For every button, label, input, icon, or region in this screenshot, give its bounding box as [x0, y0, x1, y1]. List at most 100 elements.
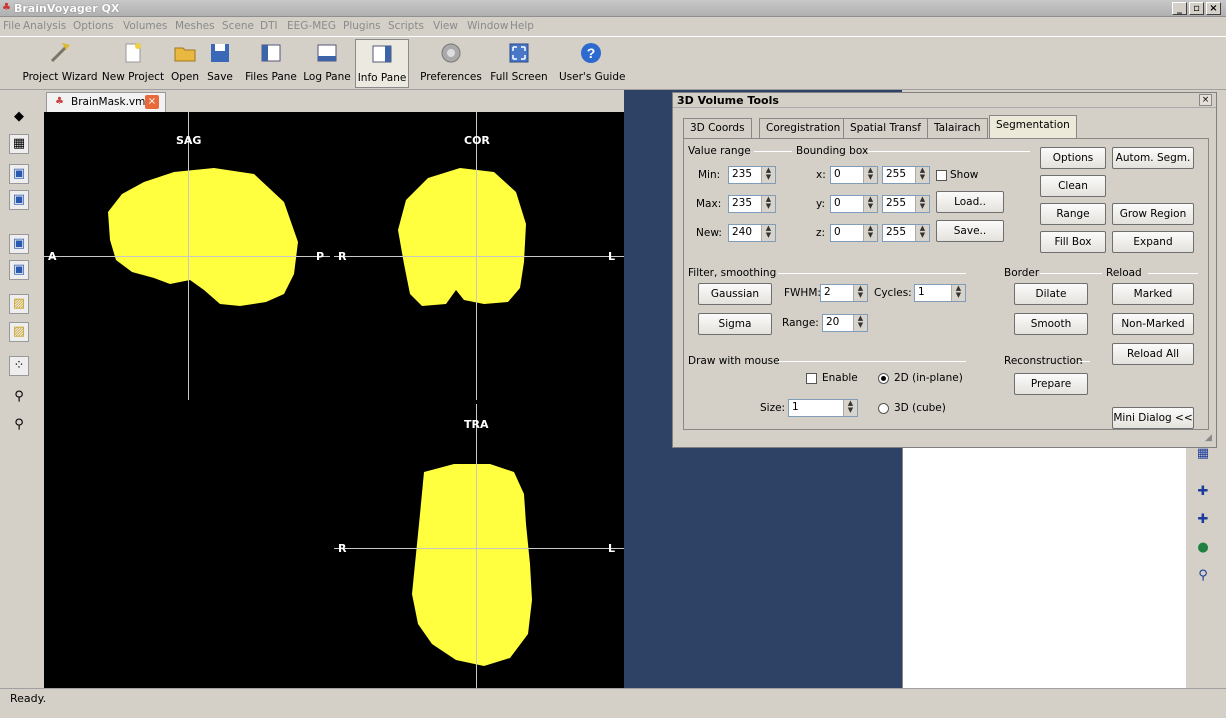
menu-analysis[interactable]: Analysis	[23, 20, 66, 32]
files-pane-button[interactable]: Files Pane	[244, 39, 298, 88]
mode-2d-radio[interactable]	[878, 373, 889, 384]
size-arrows[interactable]: ▲ ▼	[843, 400, 857, 416]
reload-all-button[interactable]: Reload All	[1112, 343, 1194, 365]
close-button[interactable]: ×	[1206, 2, 1221, 15]
cycles-input[interactable]: 1 ▲ ▼	[914, 284, 966, 302]
mode-3d-radio[interactable]	[878, 403, 889, 414]
transverse-view[interactable]: TRA R L	[334, 404, 624, 688]
max-input[interactable]: 235 ▲ ▼	[728, 195, 776, 213]
y-from-arrows[interactable]: ▲ ▼	[863, 196, 877, 212]
tab-coregistration[interactable]: Coregistration	[759, 118, 848, 138]
x-to-arrows[interactable]: ▲ ▼	[915, 167, 929, 183]
tab-talairach[interactable]: Talairach	[927, 118, 988, 138]
prepare-button[interactable]: Prepare	[1014, 373, 1088, 395]
layout-2-icon[interactable]: ▣	[9, 190, 29, 210]
layout-1-icon[interactable]: ▣	[9, 164, 29, 184]
project-wizard-button[interactable]: Project Wizard	[22, 39, 98, 88]
log-pane-button[interactable]: Log Pane	[302, 39, 352, 88]
dialog-close-button[interactable]: ×	[1199, 94, 1212, 106]
min-input[interactable]: 235 ▲ ▼	[728, 166, 776, 184]
new-project-button[interactable]: New Project	[100, 39, 166, 88]
tab-3d-coords[interactable]: 3D Coords	[683, 118, 752, 138]
x-to-input[interactable]: 255 ▲ ▼	[882, 166, 930, 184]
cycles-arrows[interactable]: ▲ ▼	[951, 285, 965, 301]
y-to-arrows[interactable]: ▲ ▼	[915, 196, 929, 212]
tool-d-icon[interactable]: ⚲	[1194, 568, 1212, 586]
volume-viewer[interactable]: SAG A P COR R L TRA R L	[44, 112, 624, 688]
enable-checkbox[interactable]	[806, 373, 817, 384]
z-to-input[interactable]: 255 ▲ ▼	[882, 224, 930, 242]
menu-scripts[interactable]: Scripts	[388, 20, 424, 32]
layout-6-icon[interactable]: ▨	[9, 322, 29, 342]
menu-file[interactable]: File	[3, 20, 21, 32]
fwhm-input[interactable]: 2 ▲ ▼	[820, 284, 868, 302]
range-arrows[interactable]: ▲ ▼	[853, 315, 867, 331]
non-marked-button[interactable]: Non-Marked	[1112, 313, 1194, 335]
zoom-in-icon[interactable]: ⚲	[9, 416, 29, 436]
layout-3-icon[interactable]: ▣	[9, 234, 29, 254]
z-from-input[interactable]: 0 ▲ ▼	[830, 224, 878, 242]
show-checkbox[interactable]	[936, 170, 947, 181]
zoom-out-icon[interactable]: ⚲	[9, 388, 29, 408]
menu-scene[interactable]: Scene	[222, 20, 254, 32]
coronal-view[interactable]: COR R L	[334, 112, 624, 400]
menu-options[interactable]: Options	[73, 20, 114, 32]
fwhm-arrows[interactable]: ▲ ▼	[853, 285, 867, 301]
full-screen-button[interactable]: Full Screen	[490, 39, 548, 88]
gaussian-button[interactable]: Gaussian	[698, 283, 772, 305]
y-to-input[interactable]: 255 ▲ ▼	[882, 195, 930, 213]
menu-view[interactable]: View	[433, 20, 458, 32]
autom-segm-button[interactable]: Autom. Segm.	[1112, 147, 1194, 169]
expand-button[interactable]: Expand	[1112, 231, 1194, 253]
smooth-button[interactable]: Smooth	[1014, 313, 1088, 335]
menu-eeg-meg[interactable]: EEG-MEG	[287, 20, 336, 32]
tab-segmentation[interactable]: Segmentation	[989, 115, 1077, 139]
grow-region-button[interactable]: Grow Region	[1112, 203, 1194, 225]
tool-a-icon[interactable]: ✚	[1194, 484, 1212, 502]
close-tab-icon[interactable]: ×	[145, 95, 159, 109]
mini-dialog-button[interactable]: Mini Dialog <<	[1112, 407, 1194, 429]
dots-icon[interactable]: ⁘	[9, 356, 29, 376]
layout-5-icon[interactable]: ▨	[9, 294, 29, 314]
z-from-arrows[interactable]: ▲ ▼	[863, 225, 877, 241]
preferences-button[interactable]: Preferences	[418, 39, 484, 88]
range-button[interactable]: Range	[1040, 203, 1106, 225]
new-spin-arrows[interactable]: ▲ ▼	[761, 225, 775, 241]
resize-grip-icon[interactable]: ◢	[1205, 433, 1212, 443]
options-button[interactable]: Options	[1040, 147, 1106, 169]
z-to-arrows[interactable]: ▲ ▼	[915, 225, 929, 241]
load-button[interactable]: Load..	[936, 191, 1004, 213]
fill-box-button[interactable]: Fill Box	[1040, 231, 1106, 253]
cube-view-icon[interactable]: ◆	[9, 108, 29, 128]
menu-meshes[interactable]: Meshes	[175, 20, 215, 32]
range-input[interactable]: 20 ▲ ▼	[822, 314, 868, 332]
tab-spatial-transf[interactable]: Spatial Transf	[843, 118, 928, 138]
users-guide-button[interactable]: ? User's Guide	[559, 39, 625, 88]
save-box-button[interactable]: Save..	[936, 220, 1004, 242]
restore-button[interactable]: ▫	[1189, 2, 1204, 15]
y-from-input[interactable]: 0 ▲ ▼	[830, 195, 878, 213]
marked-button[interactable]: Marked	[1112, 283, 1194, 305]
sagittal-view[interactable]: SAG A P	[44, 112, 330, 400]
max-spin-arrows[interactable]: ▲ ▼	[761, 196, 775, 212]
menu-dti[interactable]: DTI	[260, 20, 278, 32]
min-spin-arrows[interactable]: ▲ ▼	[761, 167, 775, 183]
menu-volumes[interactable]: Volumes	[123, 20, 168, 32]
menu-window[interactable]: Window	[467, 20, 508, 32]
grid-3d-icon[interactable]: ▦	[1194, 446, 1212, 464]
document-tab[interactable]: ♣ BrainMask.vmr ×	[46, 92, 166, 112]
minimize-button[interactable]: _	[1172, 2, 1187, 15]
info-pane-button[interactable]: Info Pane	[355, 39, 409, 88]
layout-4-icon[interactable]: ▣	[9, 260, 29, 280]
menu-help[interactable]: Help	[510, 20, 534, 32]
tool-b-icon[interactable]: ✚	[1194, 512, 1212, 530]
x-from-arrows[interactable]: ▲ ▼	[863, 167, 877, 183]
size-input[interactable]: 1 ▲ ▼	[788, 399, 858, 417]
new-input[interactable]: 240 ▲ ▼	[728, 224, 776, 242]
grid-layout-icon[interactable]: ▦	[9, 134, 29, 154]
tool-c-icon[interactable]: ●	[1194, 540, 1212, 558]
dilate-button[interactable]: Dilate	[1014, 283, 1088, 305]
x-from-input[interactable]: 0 ▲ ▼	[830, 166, 878, 184]
clean-button[interactable]: Clean	[1040, 175, 1106, 197]
open-button[interactable]: Open	[167, 39, 203, 88]
